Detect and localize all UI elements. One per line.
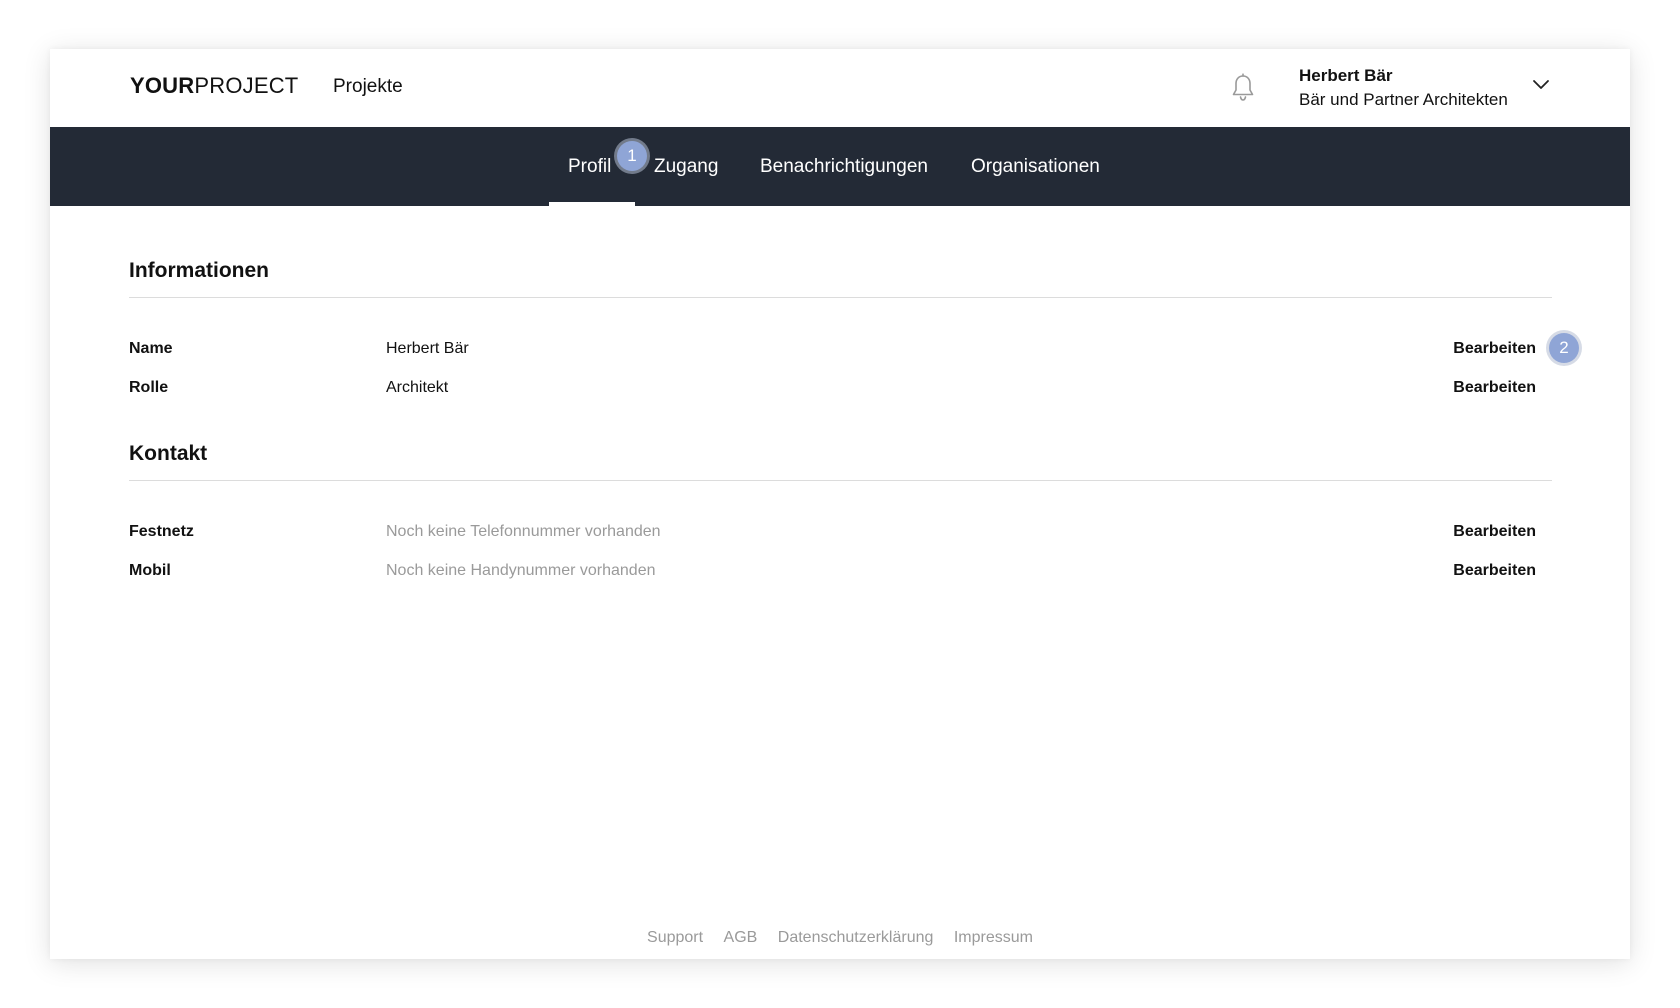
user-menu[interactable]: Herbert Bär Bär und Partner Architekten xyxy=(1299,65,1508,113)
user-name: Herbert Bär xyxy=(1299,66,1393,85)
section-divider xyxy=(129,297,1552,298)
step-marker-2: 2 xyxy=(1549,333,1579,363)
row-label-festnetz: Festnetz xyxy=(129,523,194,540)
tab-zugang[interactable]: Zugang xyxy=(654,127,718,206)
edit-name-button[interactable]: Bearbeiten xyxy=(1453,340,1536,358)
footer-link-agb[interactable]: AGB xyxy=(724,929,758,946)
tab-benachrichtigungen[interactable]: Benachrichtigungen xyxy=(760,127,928,206)
app-window: YOURPROJECT Projekte Herbert Bär Bär und… xyxy=(50,49,1630,959)
logo-light-text: PROJECT xyxy=(194,73,299,98)
tab-profil[interactable]: Profil xyxy=(568,127,611,206)
logo[interactable]: YOURPROJECT xyxy=(130,73,298,99)
logo-bold-text: YOUR xyxy=(130,73,195,98)
nav-projects-link[interactable]: Projekte xyxy=(333,76,403,98)
row-label-name: Name xyxy=(129,340,173,357)
profile-tab-bar: Profil Zugang Benachrichtigungen Organis… xyxy=(50,127,1630,206)
top-header: YOURPROJECT Projekte Herbert Bär Bär und… xyxy=(50,49,1630,127)
section-divider xyxy=(129,480,1552,481)
row-label-mobil: Mobil xyxy=(129,562,171,579)
bell-icon[interactable] xyxy=(1230,73,1256,103)
row-value-festnetz: Noch keine Telefonnummer vorhanden xyxy=(386,523,661,540)
footer-link-support[interactable]: Support xyxy=(647,929,703,946)
edit-mobil-button[interactable]: Bearbeiten xyxy=(1453,562,1536,580)
row-value-mobil: Noch keine Handynummer vorhanden xyxy=(386,562,656,579)
user-organization: Bär und Partner Architekten xyxy=(1299,90,1508,109)
row-value-rolle: Architekt xyxy=(386,379,449,396)
section-title-kontakt: Kontakt xyxy=(129,442,208,465)
footer-link-impressum[interactable]: Impressum xyxy=(954,929,1033,946)
section-title-informationen: Informationen xyxy=(129,259,269,282)
chevron-down-icon[interactable] xyxy=(1531,77,1551,91)
edit-rolle-button[interactable]: Bearbeiten xyxy=(1453,379,1536,397)
active-tab-indicator xyxy=(549,202,635,206)
row-value-name: Herbert Bär xyxy=(386,340,469,357)
tab-organisationen[interactable]: Organisationen xyxy=(971,127,1100,206)
row-label-rolle: Rolle xyxy=(129,379,169,396)
footer-link-datenschutz[interactable]: Datenschutzerklärung xyxy=(778,929,934,946)
step-marker-1: 1 xyxy=(617,141,647,171)
edit-festnetz-button[interactable]: Bearbeiten xyxy=(1453,523,1536,541)
footer-links: Support AGB Datenschutzerklärung Impress… xyxy=(50,929,1630,947)
